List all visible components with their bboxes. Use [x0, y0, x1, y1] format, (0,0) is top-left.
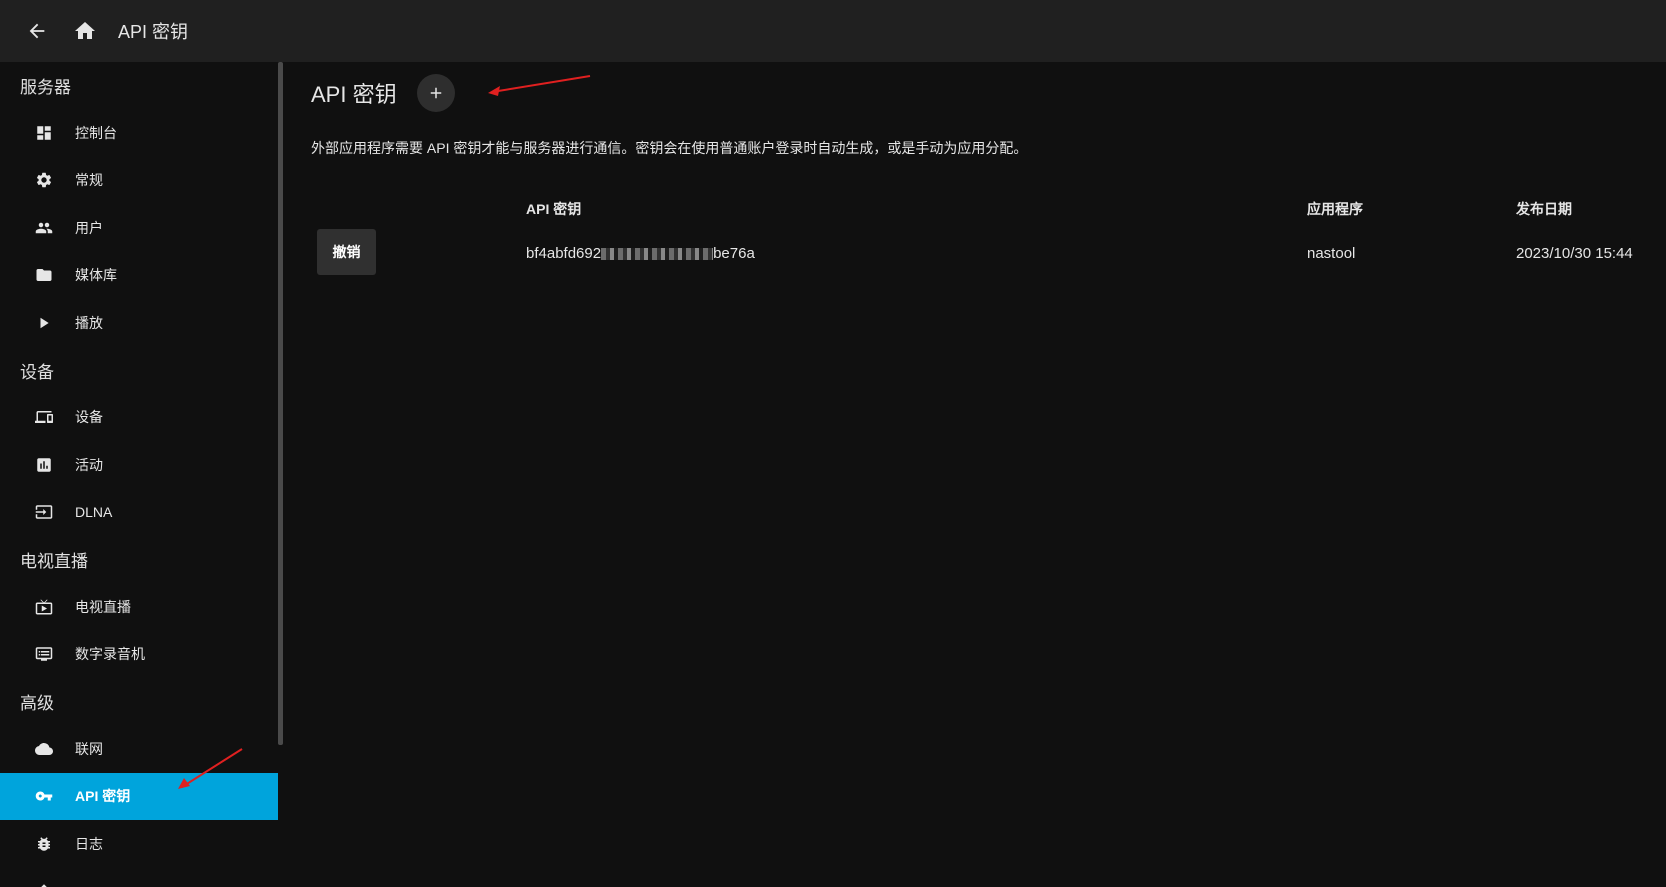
sidebar-item-label: 活动: [75, 456, 103, 473]
page-header: API 密钥: [311, 74, 455, 112]
bug-icon: [34, 834, 54, 854]
input-icon: [34, 502, 54, 522]
gear-icon: [34, 170, 54, 190]
sidebar-item-next-partial[interactable]: [0, 868, 278, 887]
sidebar-item-label: 用户: [75, 219, 103, 236]
back-button[interactable]: [18, 12, 56, 50]
sidebar-item-label: DLNA: [75, 504, 113, 521]
sidebar-item-dlna[interactable]: DLNA: [0, 489, 278, 537]
sidebar-section-server: 服务器: [20, 78, 71, 97]
sidebar-item-label: 播放: [75, 314, 103, 331]
sidebar-item-playback[interactable]: 播放: [0, 299, 278, 347]
app-name: nastool: [1307, 245, 1356, 262]
arrow-left-icon: [29, 23, 45, 39]
sidebar-item-general[interactable]: 常规: [0, 157, 278, 205]
home-button[interactable]: [66, 12, 104, 50]
partial-icon: [34, 881, 54, 887]
sidebar-item-label: 数字录音机: [75, 646, 145, 663]
sidebar-section-devices: 设备: [20, 362, 54, 382]
plus-icon: [430, 87, 441, 99]
sidebar-item-devices[interactable]: 设备: [0, 394, 278, 442]
play-icon: [34, 313, 54, 333]
sidebar-item-label: API 密钥: [75, 788, 131, 805]
sidebar-item-dashboard[interactable]: 控制台: [0, 109, 278, 157]
sidebar-nav: 服务器 控制台 常规 用户 媒体库 播放 设备 设备 活动 DLNA 电视直播 …: [0, 62, 278, 887]
sidebar-item-dvr[interactable]: 数字录音机: [0, 631, 278, 679]
sidebar-item-users[interactable]: 用户: [0, 204, 278, 252]
sidebar-item-activity[interactable]: 活动: [0, 441, 278, 489]
top-bar: API 密钥: [0, 0, 1666, 62]
api-key-prefix: bf4abfd692: [526, 245, 602, 262]
devices-icon: [34, 407, 54, 427]
sidebar-section-advanced: 高级: [20, 694, 54, 713]
sidebar-item-networking[interactable]: 联网: [0, 725, 278, 773]
sidebar-item-label: 日志: [75, 835, 103, 852]
dashboard-icon: [34, 123, 54, 143]
cloud-icon: [34, 739, 54, 759]
sidebar-item-api-keys[interactable]: API 密钥: [0, 772, 278, 820]
sidebar-item-label: 设备: [75, 409, 103, 426]
sidebar-item-livetv[interactable]: 电视直播: [0, 583, 278, 631]
home-icon: [75, 22, 95, 39]
sidebar-item-label: 电视直播: [75, 598, 131, 615]
assessment-icon: [34, 455, 54, 475]
page-header-title: API 密钥: [118, 22, 189, 42]
sidebar-section-livetv: 电视直播: [20, 552, 88, 571]
sidebar-item-label: 控制台: [75, 124, 117, 141]
sidebar-item-logs[interactable]: 日志: [0, 820, 278, 868]
key-icon: [34, 786, 54, 806]
redacted-key-mask: [601, 248, 714, 261]
api-key-suffix: be76a: [713, 245, 755, 262]
api-key-value: bf4abfd692 be76a: [526, 245, 755, 262]
column-header-app: 应用程序: [1307, 201, 1363, 217]
issue-date: 2023/10/30 15:44: [1516, 245, 1633, 262]
folder-icon: [34, 265, 54, 285]
page-description: 外部应用程序需要 API 密钥才能与服务器进行通信。密钥会在使用普通账户登录时自…: [311, 140, 1028, 156]
column-header-api-key: API 密钥: [526, 201, 582, 217]
page-title: API 密钥: [311, 82, 397, 107]
live-tv-icon: [34, 597, 54, 617]
people-icon: [34, 218, 54, 238]
sidebar-item-label: 常规: [75, 172, 103, 189]
main-content: API 密钥 外部应用程序需要 API 密钥才能与服务器进行通信。密钥会在使用普…: [283, 62, 1666, 887]
add-api-key-button[interactable]: [416, 74, 455, 112]
column-header-date: 发布日期: [1516, 201, 1572, 217]
dvr-icon: [34, 644, 54, 664]
sidebar-item-libraries[interactable]: 媒体库: [0, 252, 278, 300]
sidebar-item-label: 联网: [75, 740, 103, 757]
revoke-button[interactable]: 撤销: [317, 229, 376, 275]
sidebar-item-label: 媒体库: [75, 267, 117, 284]
